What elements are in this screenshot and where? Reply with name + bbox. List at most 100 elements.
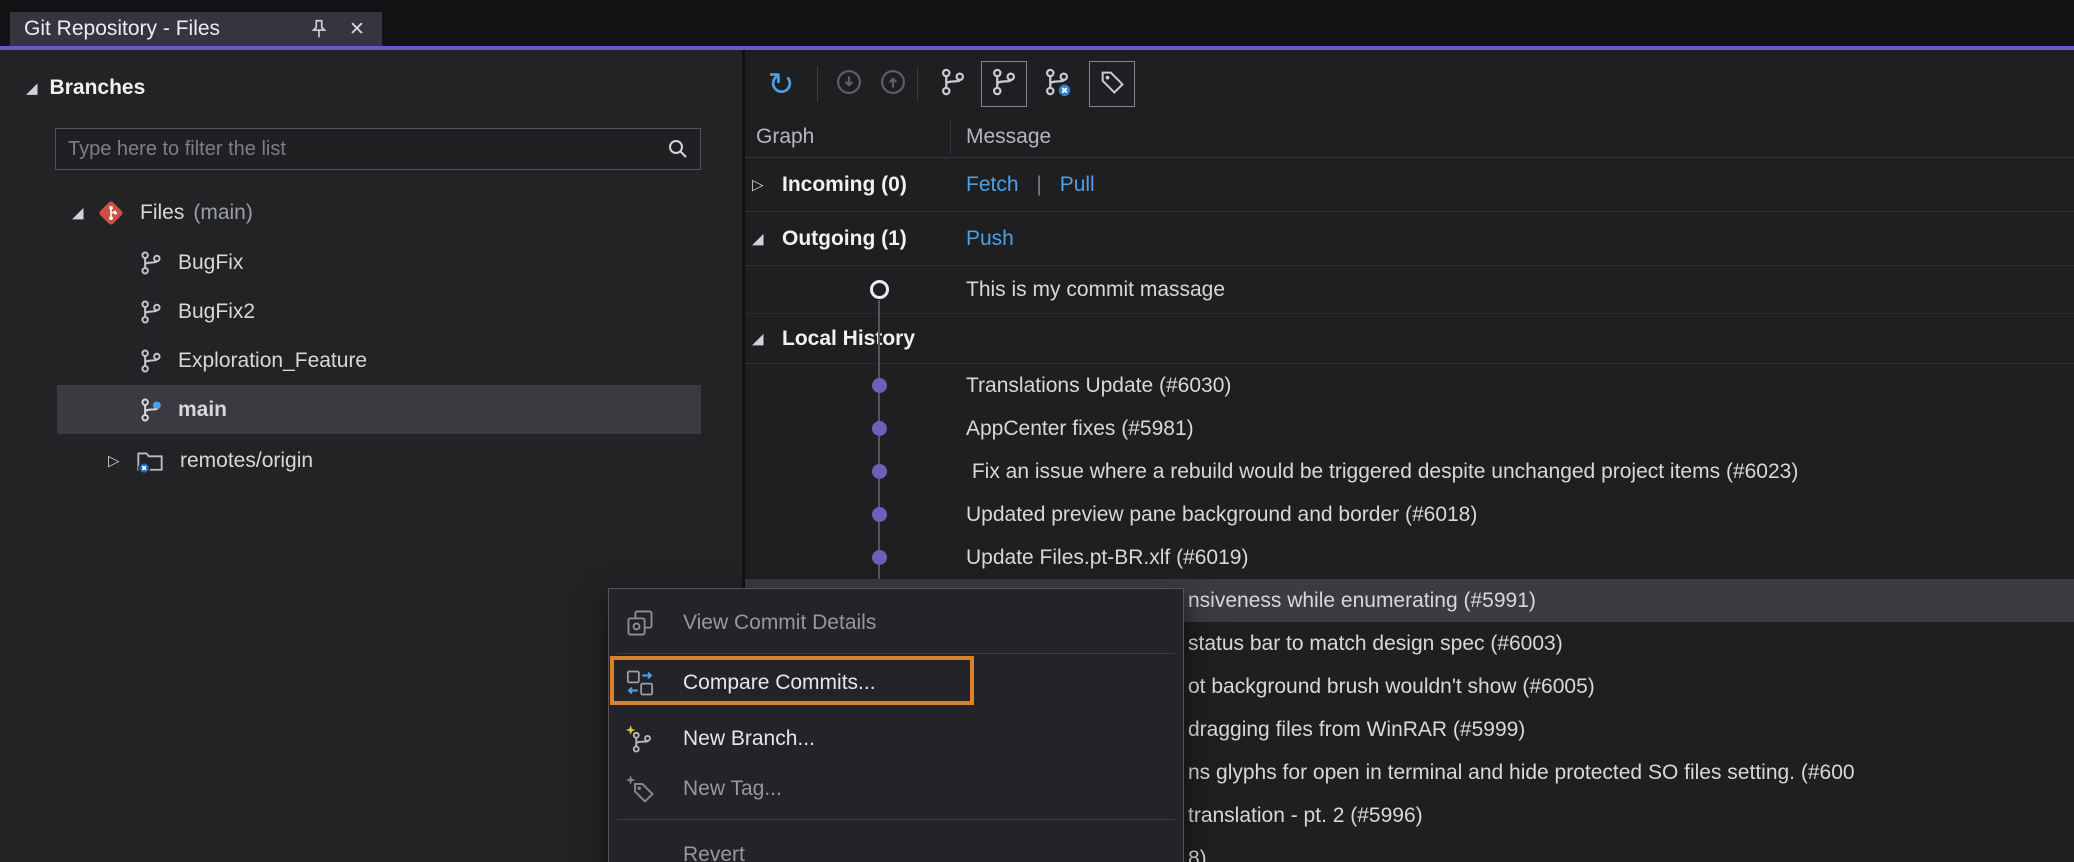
remotes-item-origin[interactable]: ▷ remotes/origin [0,436,742,485]
commit-row[interactable]: Update Files.pt-BR.xlf (#6019) [966,536,1248,579]
commit-dot-icon [872,464,887,479]
branches-header-row: ◢ Branches [26,68,145,108]
commit-row[interactable]: Translations Update (#6030) [966,364,1231,407]
branch-item-main[interactable]: main [0,385,742,434]
refresh-icon: ↻ [767,66,795,102]
branch-item-bugfix2[interactable]: BugFix2 [0,287,742,336]
git-branch-icon [989,67,1019,102]
menu-item-label: New Branch... [683,727,815,750]
branch-label: main [178,397,228,421]
commit-dot-icon [872,378,887,393]
incoming-label: Incoming (0) [782,172,907,196]
folder-remote-icon [136,447,164,475]
commit-row-partial[interactable]: ns glyphs for open in terminal and hide … [1188,751,1855,794]
toolbar-separator [917,66,918,102]
expander-icon[interactable]: ▷ [752,177,764,192]
repo-label: Files (main) [140,201,253,225]
title-bar: Git Repository - Files ✕ [0,0,2074,46]
outgoing-links: Push [966,227,1014,251]
repo-branch-suffix: (main) [193,200,253,224]
fetch-icon [834,67,864,102]
menu-item-label: Revert [683,843,745,862]
git-branch-icon [138,299,164,325]
outgoing-commit-node-icon [870,280,889,299]
incoming-row[interactable]: ▷ Incoming (0) Fetch | Pull [745,158,2074,212]
git-branch-icon [938,67,968,102]
branch-filter [55,128,701,170]
close-icon[interactable]: ✕ [342,14,372,44]
search-icon [666,137,690,166]
commit-row-partial[interactable]: ot background brush wouldn't show (#6005… [1188,665,1595,708]
menu-separator [617,819,1175,820]
commit-row-partial[interactable]: status bar to match design spec (#6003) [1188,622,1563,665]
tag-icon [1098,68,1126,101]
show-tags-toggle[interactable] [1089,61,1135,107]
menu-item-label: New Tag... [683,777,782,800]
commit-row[interactable]: AppCenter fixes (#5981) [966,407,1194,450]
column-header-message: Message [966,125,1052,148]
tool-window-tab[interactable]: Git Repository - Files ✕ [10,12,382,46]
fetch-disabled-button[interactable] [827,62,871,106]
link-divider: | [1036,172,1042,196]
menu-item-new-tag: New Tag... [609,765,1183,813]
toolbar-separator [817,66,818,102]
commit-row[interactable]: Fix an issue where a rebuild would be tr… [966,450,1799,493]
commit-row-partial[interactable]: translation - pt. 2 (#5996) [1188,794,1423,837]
push-link[interactable]: Push [966,227,1014,250]
branch-label: BugFix2 [178,299,256,323]
commit-details-icon [625,608,655,638]
branch-graph-button[interactable] [931,62,975,106]
menu-item-revert: Revert [609,825,1183,862]
commit-dot-icon [872,507,887,522]
repo-item-files[interactable]: ◢ Files (main) [0,188,742,237]
branches-title: Branches [49,76,146,99]
column-divider[interactable] [950,120,951,154]
branch-filter-input[interactable] [56,129,700,169]
expander-icon[interactable]: ◢ [26,81,38,96]
commit-row-partial[interactable]: nsiveness while enumerating (#5991) [1188,579,1536,622]
current-branch-icon [138,397,164,423]
commit-dot-icon [872,550,887,565]
git-branch-x-icon [1042,67,1072,102]
expander-icon[interactable]: ◢ [72,205,84,220]
expander-icon[interactable]: ▷ [108,453,120,468]
branch-item-bugfix[interactable]: BugFix [0,238,742,287]
commit-row[interactable]: Updated preview pane background and bord… [966,493,1477,536]
branch-label: Exploration_Feature [178,348,368,372]
branch-label: BugFix [178,250,244,274]
outgoing-row[interactable]: ◢ Outgoing (1) Push [745,212,2074,266]
commit-row-partial[interactable]: 8) [1188,837,1207,862]
history-column-header: Graph Message [745,116,2074,158]
menu-separator [617,653,1175,654]
incoming-links: Fetch | Pull [966,173,1095,197]
vs-git-repository-window: Git Repository - Files ✕ ◢ Branches Type… [0,0,2074,862]
commit-message: This is my commit massage [966,277,1226,301]
branch-item-exploration-feature[interactable]: Exploration_Feature [0,336,742,385]
new-tag-icon [625,774,655,804]
compare-commits-highlight-box [610,656,974,705]
pull-link[interactable]: Pull [1060,173,1095,196]
repo-icon [96,198,126,228]
outgoing-label: Outgoing (1) [782,226,907,250]
refresh-button[interactable]: ↻ [759,62,803,106]
tab-title: Git Repository - Files [24,17,221,40]
context-menu: View Commit Details Compare Commits... N… [608,588,1184,862]
commit-row-partial[interactable]: dragging files from WinRAR (#5999) [1188,708,1525,751]
menu-item-label: View Commit Details [683,611,877,634]
repo-name: Files [140,200,185,224]
expander-icon[interactable]: ◢ [752,331,764,346]
fetch-link[interactable]: Fetch [966,173,1019,196]
branch-exclude-button[interactable] [1035,62,1079,106]
pin-icon[interactable] [304,14,334,44]
local-history-row[interactable]: ◢ Local History [745,314,2074,364]
outgoing-commit-row[interactable]: This is my commit massage [745,266,2074,314]
push-icon [878,67,908,102]
git-branch-icon [138,348,164,374]
show-all-branches-toggle[interactable] [981,61,1027,107]
menu-item-new-branch[interactable]: New Branch... [609,713,1183,765]
remotes-label: remotes/origin [180,448,314,472]
expander-icon[interactable]: ◢ [752,231,764,246]
column-header-graph: Graph [756,125,815,148]
push-disabled-button[interactable] [871,62,915,106]
git-branch-icon [138,250,164,276]
